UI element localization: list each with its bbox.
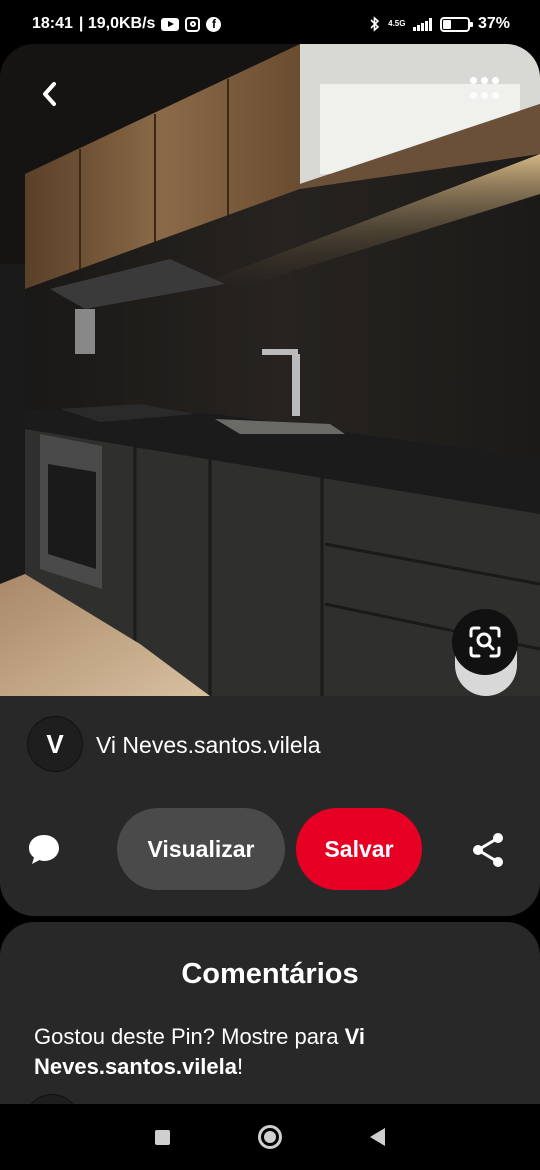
back-button[interactable] (28, 72, 72, 116)
more-options-button[interactable] (462, 66, 506, 110)
save-button[interactable]: Salvar (296, 808, 422, 890)
facebook-icon: f (206, 16, 222, 32)
pin-image[interactable] (0, 44, 540, 696)
bluetooth-icon (370, 16, 380, 32)
status-bar: 18:41 | 19,0KB/s f 4.5G 37% (0, 0, 540, 48)
battery-level (442, 19, 451, 29)
visual-search-button[interactable] (452, 609, 518, 675)
battery-percent: 37% (477, 15, 510, 32)
creator-initial: V (46, 728, 64, 759)
share-icon (473, 833, 503, 867)
comments-title: Comentários (181, 958, 359, 990)
net-speed: | 19,0KB/s (78, 15, 156, 32)
signal-icon (413, 17, 432, 31)
comments-section: Comentários Gostou deste Pin? Mostre par… (0, 922, 540, 1150)
share-button[interactable] (466, 828, 510, 872)
status-left: 18:41 | 19,0KB/s f (32, 15, 222, 33)
instagram-icon (185, 16, 201, 32)
status-time: 18:41 (32, 15, 73, 32)
system-nav-bar (0, 1104, 540, 1170)
visualize-button[interactable]: Visualizar (117, 808, 285, 890)
network-gen: 4.5G (388, 19, 406, 28)
comments-prompt-suffix: ! (237, 1054, 244, 1079)
visual-search-icon (469, 626, 501, 658)
battery-icon (439, 16, 473, 32)
status-right: 4.5G 37% (370, 15, 510, 33)
speech-bubble-icon (29, 835, 59, 864)
kitchen-photo (0, 44, 540, 696)
pin-info-card: V Vi Neves.santos.vilela Visualizar Salv… (0, 696, 540, 916)
youtube-icon (161, 17, 180, 31)
chevron-left-icon (43, 82, 56, 106)
comment-button[interactable] (24, 829, 64, 869)
comments-prompt: Gostou deste Pin? Mostre para Vi Neves.s… (34, 1022, 504, 1082)
home-circle-icon[interactable] (258, 1125, 282, 1149)
more-dots-icon-shadow (469, 92, 499, 99)
comments-prompt-prefix: Gostou deste Pin? Mostre para (34, 1024, 345, 1049)
recents-square-icon[interactable] (155, 1129, 170, 1145)
more-dots-icon (469, 77, 499, 84)
back-triangle-icon[interactable] (370, 1128, 385, 1146)
creator-name[interactable]: Vi Neves.santos.vilela (96, 732, 321, 759)
creator-avatar[interactable]: V (27, 716, 83, 772)
